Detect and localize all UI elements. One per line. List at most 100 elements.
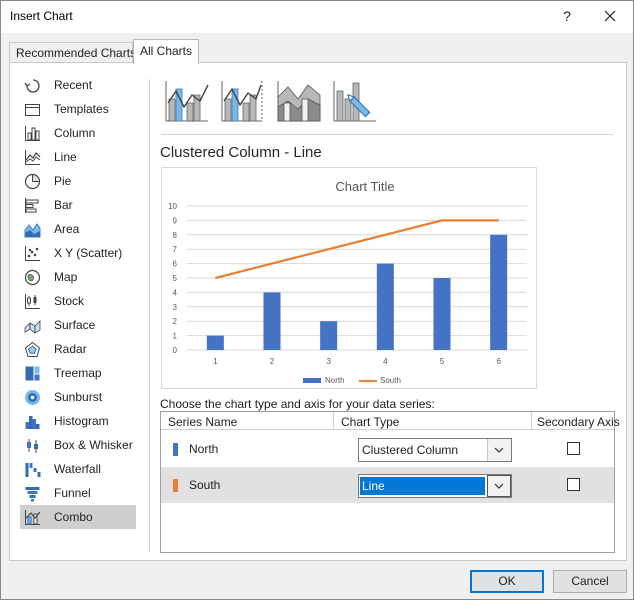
tab-recommended-charts[interactable]: Recommended Charts bbox=[9, 42, 136, 63]
y-tick-label: 8 bbox=[173, 231, 178, 240]
header-secondary-axis: Secondary Axis bbox=[537, 415, 620, 429]
series-config-caption: Choose the chart type and axis for your … bbox=[160, 397, 435, 411]
all-charts-panel: Recent Templates Column Line Pie Bar Area X Y (… bbox=[9, 62, 627, 561]
sidebar-item-label: Recent bbox=[54, 78, 93, 92]
secondary-axis-checkbox-south[interactable] bbox=[567, 478, 580, 491]
sidebar-item-label: Column bbox=[54, 126, 96, 140]
sidebar-item-radar[interactable]: Radar bbox=[20, 337, 136, 361]
bar-north bbox=[490, 234, 508, 350]
x-tick-label: 5 bbox=[440, 357, 445, 366]
sidebar-item-sunburst[interactable]: Sunburst bbox=[20, 385, 136, 409]
bar-north bbox=[206, 335, 224, 350]
sidebar-item-treemap[interactable]: Treemap bbox=[20, 361, 136, 385]
series-row-north[interactable]: North Clustered Column bbox=[161, 431, 614, 467]
series-row-south[interactable]: South Line bbox=[161, 467, 614, 503]
chart-type-value: Clustered Column bbox=[362, 443, 459, 457]
sidebar-item-label: Sunburst bbox=[54, 390, 103, 404]
sidebar-item-column[interactable]: Column bbox=[20, 121, 136, 145]
legend-label-north: North bbox=[325, 376, 345, 385]
sidebar-item-recent[interactable]: Recent bbox=[20, 73, 136, 97]
sidebar-item-waterfall[interactable]: Waterfall bbox=[20, 457, 136, 481]
panel-divider bbox=[149, 79, 150, 552]
recent-icon bbox=[24, 79, 40, 93]
secondary-axis-checkbox-north[interactable] bbox=[567, 442, 580, 455]
chart-type-dropdown-north[interactable]: Clustered Column bbox=[358, 438, 512, 462]
tab-all-charts[interactable]: All Charts bbox=[133, 39, 199, 64]
line-chart-icon bbox=[25, 150, 41, 165]
y-tick-label: 2 bbox=[173, 317, 178, 326]
pie-chart-icon bbox=[24, 173, 41, 190]
y-tick-label: 4 bbox=[173, 288, 178, 297]
sidebar-item-label: Templates bbox=[54, 102, 109, 116]
chart-title: Chart Title bbox=[335, 179, 394, 194]
x-tick-label: 4 bbox=[383, 357, 388, 366]
sidebar-item-templates[interactable]: Templates bbox=[20, 97, 136, 121]
y-tick-label: 10 bbox=[168, 202, 177, 211]
bar-north bbox=[376, 263, 394, 350]
header-separator bbox=[333, 412, 334, 430]
sidebar-item-histogram[interactable]: Histogram bbox=[20, 409, 136, 433]
bar-chart-icon bbox=[25, 198, 39, 213]
ok-button[interactable]: OK bbox=[470, 570, 544, 593]
bar-north bbox=[433, 278, 451, 350]
sidebar-item-label: Surface bbox=[54, 318, 96, 332]
y-tick-label: 6 bbox=[173, 260, 178, 269]
custom-combination-icon[interactable] bbox=[330, 77, 378, 125]
header-series-name: Series Name bbox=[168, 415, 238, 429]
templates-icon bbox=[25, 104, 40, 116]
combo-chart-icon bbox=[25, 510, 41, 525]
sidebar-item-map[interactable]: Map bbox=[20, 265, 136, 289]
x-tick-label: 3 bbox=[326, 357, 331, 366]
series-name: North bbox=[189, 442, 219, 456]
sidebar-item-pie[interactable]: Pie bbox=[20, 169, 136, 193]
bar-north bbox=[263, 292, 281, 350]
scatter-chart-icon bbox=[25, 246, 40, 261]
series-name: South bbox=[189, 478, 221, 492]
sidebar-item-stock[interactable]: Stock bbox=[20, 289, 136, 313]
sidebar-item-label: Bar bbox=[54, 198, 73, 212]
sidebar-item-bar[interactable]: Bar bbox=[20, 193, 136, 217]
x-tick-label: 1 bbox=[213, 357, 218, 366]
waterfall-chart-icon bbox=[25, 463, 41, 477]
clustered-column-line-secondary-axis-icon[interactable] bbox=[218, 77, 266, 125]
header-separator bbox=[531, 412, 532, 430]
sidebar-item-label: Radar bbox=[54, 342, 87, 356]
series-config-grid: Series Name Chart Type Secondary Axis No… bbox=[160, 411, 620, 553]
series-color-swatch bbox=[173, 479, 178, 492]
x-tick-label: 2 bbox=[270, 357, 275, 366]
y-tick-label: 5 bbox=[173, 274, 178, 283]
sidebar-item-area[interactable]: Area bbox=[20, 217, 136, 241]
sidebar-item-funnel[interactable]: Funnel bbox=[20, 481, 136, 505]
y-tick-label: 0 bbox=[173, 346, 178, 355]
sidebar-item-surface[interactable]: Surface bbox=[20, 313, 136, 337]
sidebar-item-label: Line bbox=[54, 150, 77, 164]
sidebar-item-combo[interactable]: Combo bbox=[20, 505, 136, 529]
sidebar-item-x-y-scatter[interactable]: X Y (Scatter) bbox=[20, 241, 136, 265]
cancel-button[interactable]: Cancel bbox=[553, 570, 627, 593]
chart-type-list: Recent Templates Column Line Pie Bar Area X Y (… bbox=[20, 73, 138, 529]
sidebar-item-label: Treemap bbox=[54, 366, 102, 380]
subtype-divider bbox=[161, 134, 613, 135]
map-chart-icon bbox=[24, 269, 41, 286]
y-tick-label: 9 bbox=[173, 216, 178, 225]
sidebar-item-line[interactable]: Line bbox=[20, 145, 136, 169]
sidebar-item-box-whisker[interactable]: Box & Whisker bbox=[20, 433, 136, 457]
title-bar: Insert Chart ? bbox=[1, 1, 633, 33]
sidebar-item-label: Funnel bbox=[54, 486, 91, 500]
sidebar-item-label: Map bbox=[54, 270, 78, 284]
sunburst-chart-icon bbox=[25, 390, 40, 405]
clustered-column-line-icon[interactable] bbox=[162, 77, 210, 125]
help-icon[interactable]: ? bbox=[557, 6, 577, 26]
close-icon[interactable] bbox=[599, 5, 621, 27]
sidebar-item-label: Waterfall bbox=[54, 462, 101, 476]
surface-chart-icon bbox=[24, 320, 41, 334]
chart-type-value: Line bbox=[360, 477, 485, 495]
dropdown-button[interactable] bbox=[487, 475, 511, 497]
series-grid-header: Series Name Chart Type Secondary Axis bbox=[161, 412, 620, 430]
y-tick-label: 1 bbox=[173, 332, 178, 341]
dropdown-button[interactable] bbox=[487, 439, 511, 461]
sidebar-item-label: X Y (Scatter) bbox=[54, 246, 123, 260]
chevron-down-icon bbox=[494, 483, 504, 489]
chart-type-dropdown-south[interactable]: Line bbox=[358, 474, 512, 498]
stacked-area-clustered-column-icon[interactable] bbox=[274, 77, 322, 125]
